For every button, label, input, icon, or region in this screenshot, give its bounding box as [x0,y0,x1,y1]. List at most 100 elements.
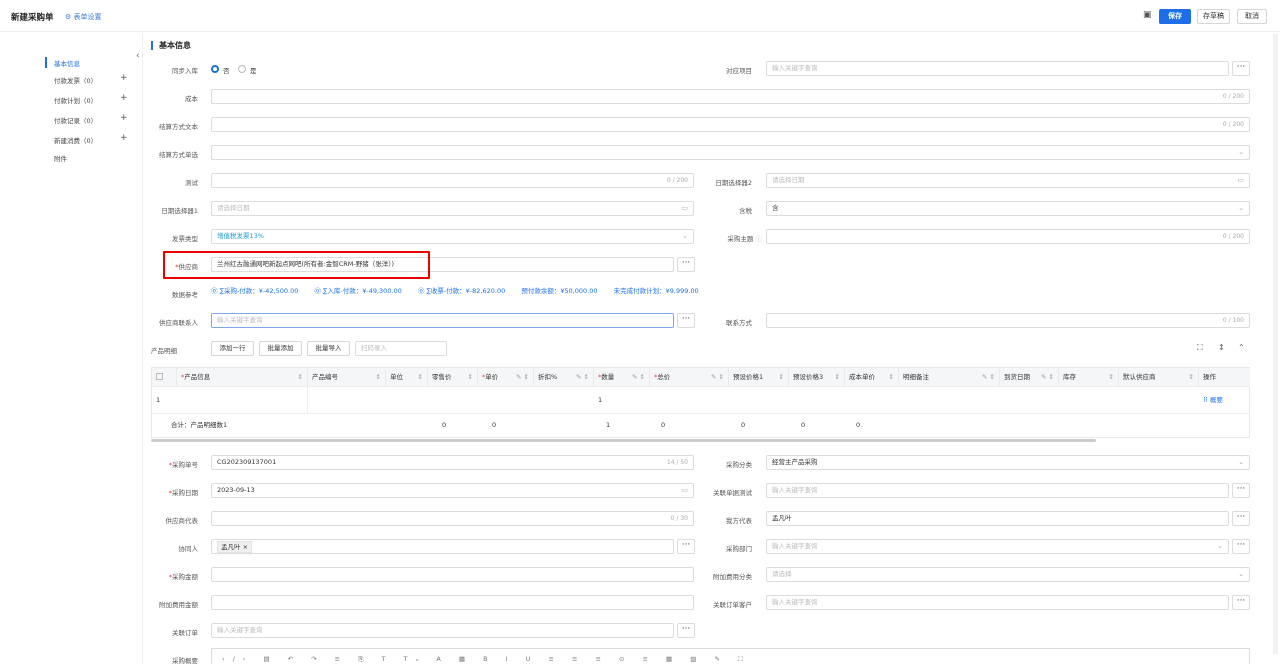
chevron-down-icon: ⌄ [682,232,688,240]
rel-order-more-button[interactable]: ··· [677,623,695,638]
our-rep-more-button[interactable]: ··· [1232,511,1250,526]
rep-input[interactable]: 0 / 30 [211,511,694,526]
save-button[interactable]: 保存 [1159,9,1191,24]
gear-icon: ⚙ [65,13,72,21]
col-product-info[interactable]: *产品信息 ⇕ [177,368,308,386]
total-preset1: 0 [741,421,746,429]
category-select[interactable]: 经营主产品采购 ⌄ [766,455,1250,470]
sync-no-radio[interactable] [211,65,219,73]
order-cust-input[interactable]: 输入关键字查询 [766,595,1229,610]
our-rep-input[interactable]: 孟凡叶 [766,511,1229,526]
sidebar-item-payment-record[interactable]: 付款记录（0） [54,115,97,125]
test-input[interactable]: 0 / 200 [211,173,694,188]
save-draft-icon[interactable]: ▣ [1143,10,1152,20]
sidebar-item-payment-plan[interactable]: 付款计划（0） [54,95,97,105]
ref-prepaid[interactable]: 预付款余额：¥50,000.00 [521,287,597,295]
subject-label: 采购主题 ⓘ [727,235,762,243]
add-row-button[interactable]: 添加一行 [211,341,254,356]
extra-amt-input[interactable] [211,595,694,610]
col-price[interactable]: *单价 ✎ ⇕ [478,368,534,386]
col-total[interactable]: *总价 ✎ ⇕ [650,368,729,386]
sidebar-active-indicator [45,57,47,68]
col-preset1[interactable]: 预设价格1 ⇕ [729,368,789,386]
ref-unfinished-plan[interactable]: 未完成付款计划：¥9,999.00 [614,287,699,295]
chevron-down-icon: ⌄ [1238,458,1244,466]
order-no-input[interactable]: CG202309137001 14 / 50 [211,455,694,470]
add-payment-plan-icon[interactable]: + [120,93,128,103]
col-unit[interactable]: 单位 ⇕ [386,368,428,386]
col-stock[interactable]: 库存 ⇕ [1059,368,1119,386]
batch-import-button[interactable]: 批量导入 [307,341,350,356]
ref-invoice[interactable]: ⓪ ∑收票-付款：¥-82,620.00 [418,287,505,295]
total-label: 合计：产品明细数1 [171,421,228,429]
contact-input[interactable]: 输入关键字查询 [211,313,674,328]
sidebar-item-attachment[interactable]: 附件 [54,153,67,163]
rich-text-toolbar[interactable]: ‹/› ▤ ↶ ↷ ≡ ⎘ T Tₓ A ▦ B I U ≡ ≡ ≡ ⊙ ≡ ▦… [211,648,1250,664]
extra-cat-select[interactable]: 请选择 ⌄ [766,567,1250,582]
date2-input[interactable]: 请选择日期 ▭ [766,173,1250,188]
scan-input[interactable]: 扫码录入 [355,341,447,356]
collab-input[interactable]: 孟凡叶 × [211,539,674,554]
col-qty[interactable]: *数量 ✎ ⇕ [594,368,650,386]
total-retail: 0 [442,421,447,429]
cancel-button[interactable]: 取消 [1237,9,1267,24]
project-more-button[interactable]: ··· [1232,61,1250,76]
page-scrollbar[interactable] [1273,34,1278,654]
dept-more-button[interactable]: ··· [1232,539,1250,554]
settle-select[interactable]: ⌄ [211,145,1250,160]
extra-cat-label: 附加费用分类 [713,573,752,581]
contact-more-button[interactable]: ··· [677,313,695,328]
select-all-checkbox[interactable] [152,368,177,386]
sidebar-item-invoice[interactable]: 付款发票（0） [54,75,97,85]
amount-input[interactable] [211,567,694,582]
col-arrival[interactable]: 到货日期 ✎ ⇕ [1000,368,1059,386]
row-summary-link[interactable]: ⠿ 概要 [1199,389,1250,412]
col-discount[interactable]: 折扣% ✎ ⇕ [534,368,594,386]
dept-input[interactable]: 输入关键字查询 ⌄ [766,539,1229,554]
project-input[interactable]: 输入关键字查询 [766,61,1229,76]
dept-label: 采购部门 [726,545,752,553]
add-expense-icon[interactable]: + [120,133,128,143]
invoice-type-select[interactable]: 增值税发票13% ⌄ [211,229,694,244]
draft-button[interactable]: 存草稿 [1197,9,1230,24]
rel-doc-more-button[interactable]: ··· [1232,483,1250,498]
col-retail[interactable]: 零售价 ⇕ [428,368,478,386]
settle-text-input[interactable]: 0 / 200 [211,117,1250,132]
cell-product-info[interactable] [177,387,308,413]
cost-input[interactable]: 0 / 200 [211,89,1250,104]
sort-icon[interactable]: ↕ [1218,343,1225,352]
collab-tag: 孟凡叶 × [217,541,253,553]
sidebar-item-basic[interactable]: 基本信息 [54,58,80,68]
tax-label: 含税 [739,207,752,215]
col-remark[interactable]: 明细备注 ✎ ⇕ [899,368,1000,386]
tax-select[interactable]: 含 ⌄ [766,201,1250,216]
sync-label: 同步入库 [172,67,198,75]
batch-add-button[interactable]: 批量添加 [259,341,302,356]
add-invoice-icon[interactable]: + [120,73,128,83]
order-cust-more-button[interactable]: ··· [1232,595,1250,610]
date-input[interactable]: 2023-09-13 ▭ [211,483,694,498]
col-cost-price[interactable]: 成本单价 ⇕ [845,368,899,386]
sync-yes-radio[interactable] [238,65,246,73]
add-payment-record-icon[interactable]: + [120,113,128,123]
sidebar-item-expense[interactable]: 新建消费（0） [54,135,97,145]
subject-input[interactable]: 0 / 200 [766,229,1250,244]
fullscreen-icon[interactable]: ⛶ [1197,343,1203,353]
date1-input[interactable]: 请选择日期 ▭ [211,201,694,216]
ref-instock[interactable]: ⓪ ∑入库-付款：¥-49,300.00 [314,287,401,295]
collapse-sidebar-icon[interactable]: ‹ [136,51,140,61]
col-product-no[interactable]: 产品编号 ⇕ [308,368,386,386]
table-scrollbar[interactable] [151,439,1096,442]
supplier-more-button[interactable]: ··· [677,257,695,272]
ref-purchase[interactable]: ⓪ ∑采购-付款：¥-42,500.00 [211,287,298,295]
chevron-up-icon[interactable]: ⌃ [1238,343,1245,352]
form-settings-link[interactable]: ⚙ 表单设置 [65,12,102,22]
cell-qty[interactable]: 1 [594,389,650,412]
invoice-type-label: 发票类型 [172,235,198,243]
contact-way-input[interactable]: 0 / 100 [766,313,1250,328]
col-preset3[interactable]: 预设价格3 ⇕ [789,368,845,386]
rel-order-input[interactable]: 输入关键字查询 [211,623,674,638]
rel-doc-input[interactable]: 输入关键字查询 [766,483,1229,498]
collab-more-button[interactable]: ··· [677,539,695,554]
col-default-supplier[interactable]: 默认供应商 ⇕ [1119,368,1199,386]
